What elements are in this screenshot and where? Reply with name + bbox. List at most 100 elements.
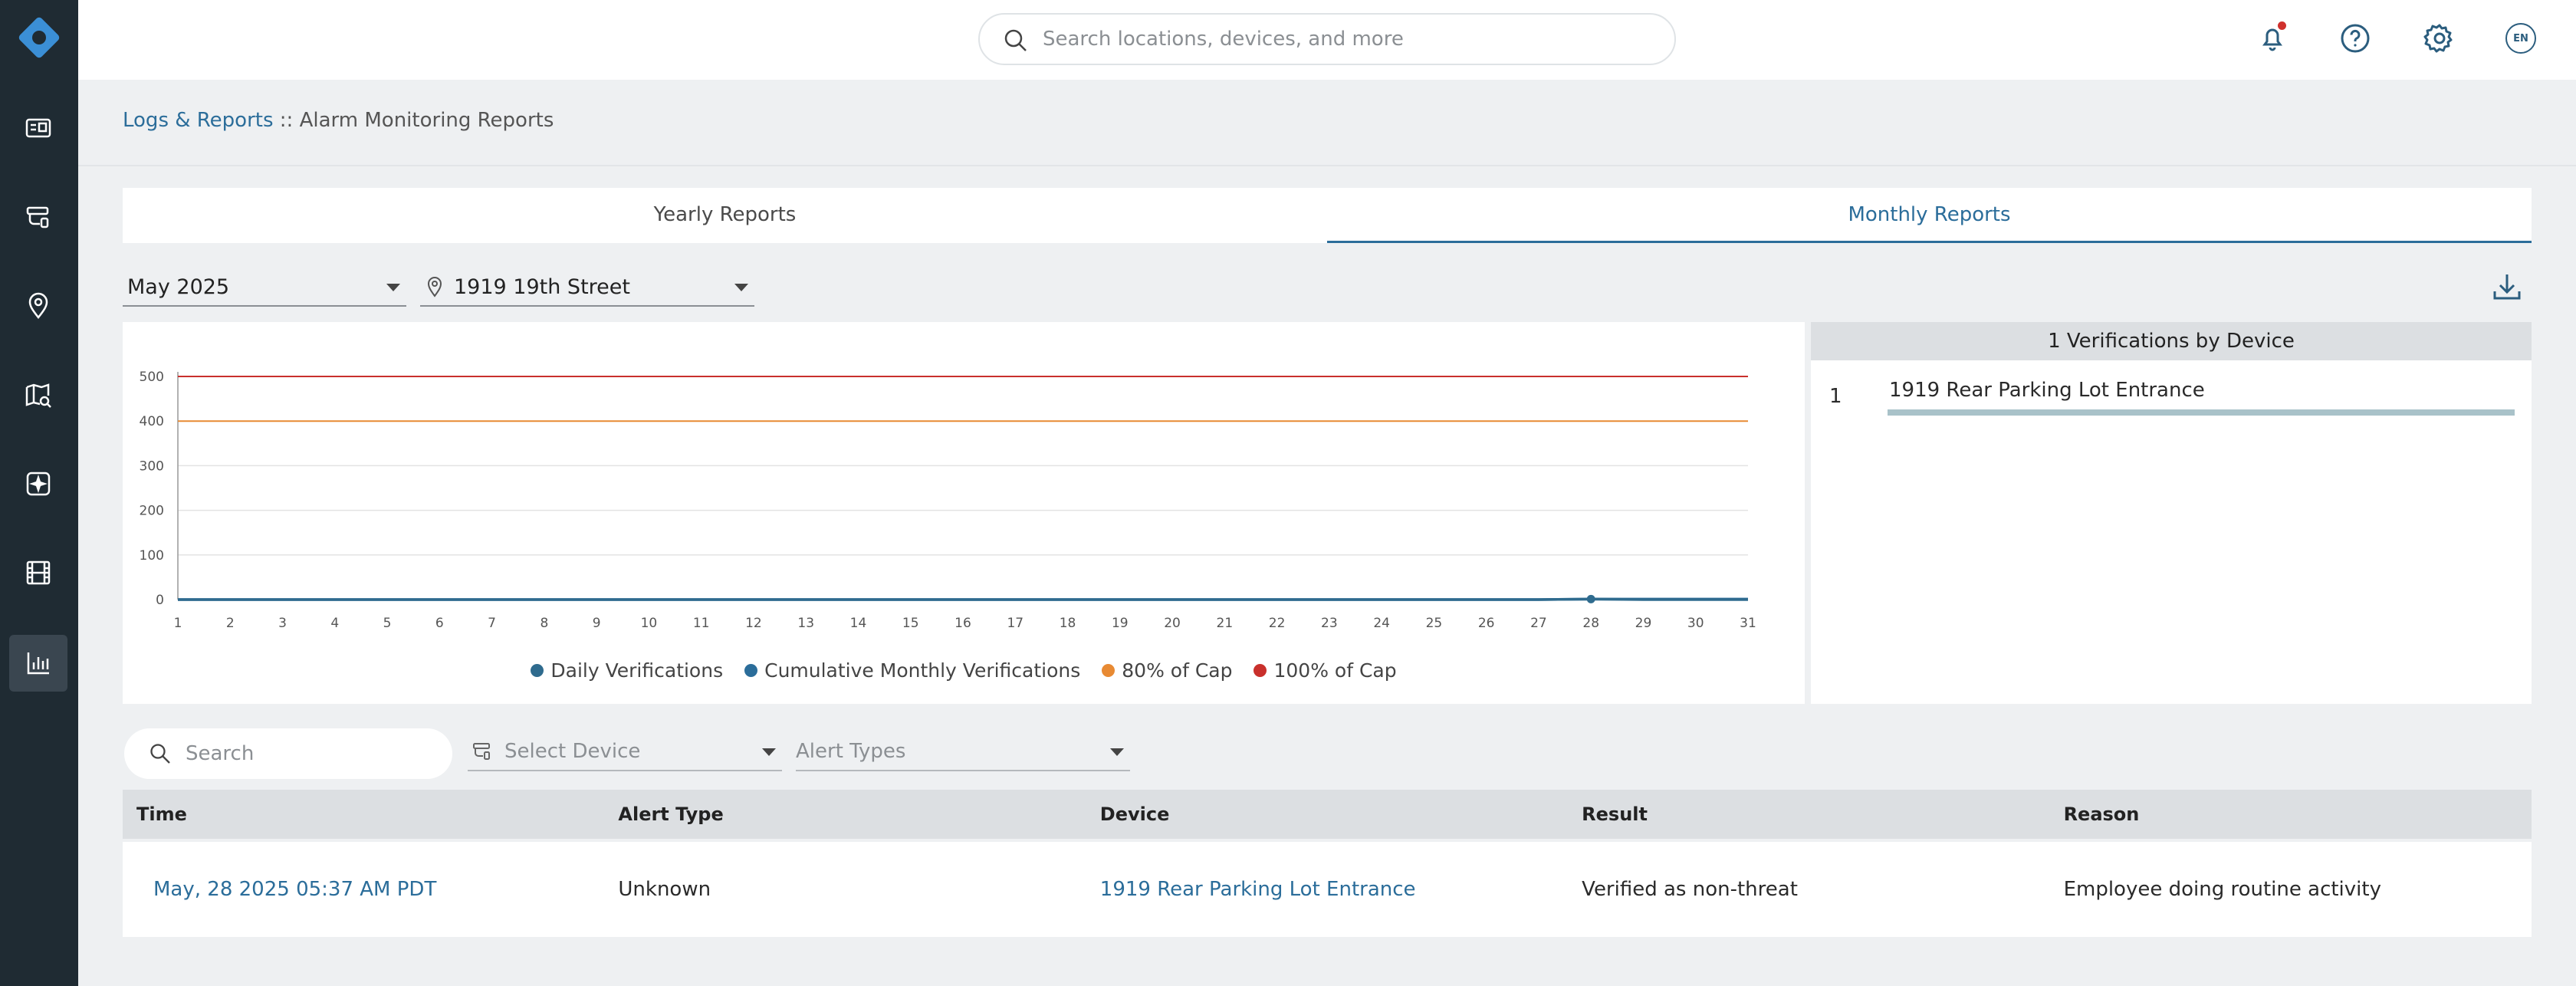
x-tick-label: 28: [1582, 616, 1599, 631]
month-select-value: May 2025: [127, 274, 230, 299]
column-header-result[interactable]: Result: [1568, 804, 2049, 825]
legend-label: Cumulative Monthly Verifications: [764, 659, 1081, 682]
help-icon: [2341, 24, 2370, 53]
reports-chart-icon: [27, 652, 49, 675]
table-search-input[interactable]: [186, 739, 431, 768]
x-tick-label: 13: [797, 616, 814, 631]
x-tick-label: 24: [1373, 616, 1390, 631]
column-header-time[interactable]: Time: [123, 804, 604, 825]
x-tick-label: 11: [693, 616, 710, 631]
x-tick-label: 26: [1478, 616, 1495, 631]
table-search[interactable]: [124, 728, 452, 779]
x-tick-label: 30: [1687, 616, 1704, 631]
y-tick-label: 400: [140, 414, 164, 429]
legend-marker: [1254, 664, 1267, 677]
device-panel-title: 1 Verifications by Device: [1811, 322, 2532, 360]
x-tick-label: 17: [1007, 616, 1024, 631]
month-select[interactable]: May 2025: [123, 268, 406, 307]
breadcrumb-parent-link[interactable]: Logs & Reports: [123, 109, 274, 132]
alert-type-filter-select[interactable]: Alert Types: [796, 733, 1130, 771]
device-filter-placeholder: Select Device: [504, 740, 641, 763]
sidebar: [0, 0, 78, 986]
column-header-alert-type[interactable]: Alert Type: [604, 804, 1086, 825]
legend-marker: [531, 664, 544, 677]
x-tick-label: 10: [641, 616, 658, 631]
legend-item-cumulative[interactable]: Cumulative Monthly Verifications: [744, 659, 1080, 682]
legend-label: 100% of Cap: [1273, 659, 1397, 682]
chevron-down-icon: [1110, 748, 1124, 756]
device-icon: [473, 743, 490, 760]
search-icon: [1004, 29, 1027, 51]
x-tick-label: 31: [1740, 616, 1756, 631]
x-tick-label: 8: [540, 616, 548, 631]
global-search-input[interactable]: [1043, 24, 1641, 54]
gear-icon: [2423, 24, 2453, 53]
verifications-by-device-panel: 1 Verifications by Device 1 1919 Rear Pa…: [1811, 322, 2532, 704]
legend-label: Daily Verifications: [550, 659, 724, 682]
time-link[interactable]: May, 28 2025 05:37 AM PDT: [123, 878, 604, 901]
notifications-button[interactable]: [2254, 20, 2291, 57]
tab-monthly-reports[interactable]: Monthly Reports: [1327, 188, 2532, 243]
device-icon: [26, 206, 49, 228]
settings-button[interactable]: [2421, 20, 2458, 57]
device-filter-select[interactable]: Select Device: [468, 733, 782, 771]
global-search[interactable]: [978, 13, 1676, 65]
legend-marker: [1102, 664, 1116, 677]
device-rank: 1: [1829, 385, 1842, 408]
x-tick-label: 22: [1269, 616, 1286, 631]
legend-item-cap-100[interactable]: 100% of Cap: [1254, 659, 1397, 682]
top-bar: EN: [78, 0, 2576, 80]
breadcrumb: Logs & Reports :: Alarm Monitoring Repor…: [123, 109, 554, 132]
legend-item-cap-80[interactable]: 80% of Cap: [1102, 659, 1232, 682]
breadcrumb-separator: ::: [273, 109, 300, 132]
x-tick-label: 3: [278, 616, 287, 631]
x-tick-label: 15: [902, 616, 919, 631]
report-tabs: Yearly Reports Monthly Reports: [123, 188, 2532, 243]
legend-label: 80% of Cap: [1122, 659, 1233, 682]
x-tick-label: 23: [1321, 616, 1338, 631]
alert-center-icon: [26, 472, 51, 496]
chart-legend: Daily Verifications Cumulative Monthly V…: [123, 659, 1805, 682]
column-header-reason[interactable]: Reason: [2050, 804, 2532, 825]
x-tick-label: 14: [850, 616, 867, 631]
x-tick-label: 19: [1112, 616, 1129, 631]
column-header-device[interactable]: Device: [1086, 804, 1568, 825]
sidebar-item-reports[interactable]: [9, 635, 67, 692]
y-tick-label: 100: [140, 548, 164, 564]
table-row[interactable]: May, 28 2025 05:37 AM PDT Unknown 1919 R…: [123, 842, 2532, 937]
alert-type-cell: Unknown: [618, 878, 711, 901]
language-selector[interactable]: EN: [2505, 23, 2536, 54]
device-link[interactable]: 1919 Rear Parking Lot Entrance: [1086, 878, 1568, 901]
x-tick-label: 6: [435, 616, 444, 631]
sidebar-item-map[interactable]: [9, 366, 67, 423]
location-pin-icon: [427, 277, 442, 297]
sidebar-item-video[interactable]: [9, 544, 67, 601]
result-cell: Verified as non-threat: [1582, 878, 1798, 901]
location-select[interactable]: 1919 19th Street: [420, 268, 754, 307]
app-logo[interactable]: [13, 12, 65, 64]
legend-item-daily[interactable]: Daily Verifications: [531, 659, 723, 682]
sidebar-item-locations[interactable]: [9, 278, 67, 334]
notification-dot: [2278, 21, 2286, 30]
tab-yearly-reports[interactable]: Yearly Reports: [123, 188, 1327, 243]
alert-type-filter-placeholder: Alert Types: [796, 740, 906, 763]
x-tick-label: 12: [745, 616, 762, 631]
device-row[interactable]: 1 1919 Rear Parking Lot Entrance: [1811, 377, 2532, 423]
help-button[interactable]: [2337, 20, 2374, 57]
search-icon: [150, 744, 170, 764]
sidebar-item-dashboard[interactable]: [9, 100, 67, 156]
y-tick-label: 0: [156, 593, 164, 608]
x-tick-label: 27: [1530, 616, 1547, 631]
series-line-1: [178, 597, 1748, 601]
x-tick-label: 16: [955, 616, 971, 631]
table-header: Time Alert Type Device Result Reason: [123, 790, 2532, 839]
sidebar-item-alerts[interactable]: [9, 455, 67, 512]
x-tick-label: 9: [593, 616, 601, 631]
y-tick-label: 200: [140, 504, 164, 519]
download-icon[interactable]: [2490, 270, 2524, 304]
x-tick-label: 1: [174, 616, 182, 631]
y-tick-label: 300: [140, 458, 164, 474]
x-tick-label: 18: [1060, 616, 1076, 631]
alarm-reports-table: Time Alert Type Device Result Reason May…: [123, 790, 2532, 937]
sidebar-item-devices[interactable]: [9, 189, 67, 245]
